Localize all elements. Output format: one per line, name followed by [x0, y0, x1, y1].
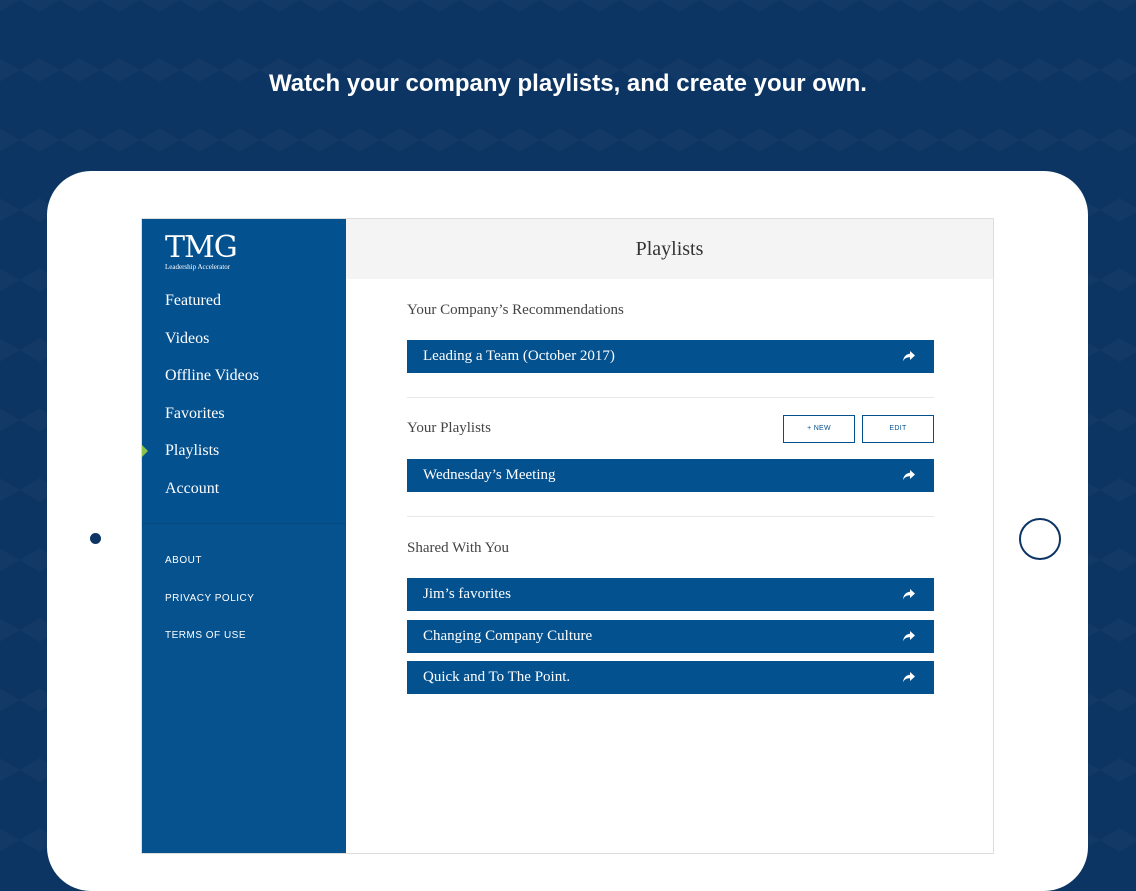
share-arrow-icon — [903, 631, 915, 642]
sidebar-item-offline-videos[interactable]: Offline Videos — [142, 364, 346, 402]
playlist-row-label: Leading a Team (October 2017) — [423, 348, 615, 364]
section-divider — [407, 516, 934, 517]
section-title-shared: Shared With You — [407, 540, 510, 556]
sidebar-footer-links: ABOUT PRIVACY POLICY TERMS OF USE — [165, 555, 254, 668]
playlist-row-label: Quick and To The Point. — [423, 669, 571, 685]
playlist-row[interactable]: Wednesday’s Meeting — [407, 459, 934, 492]
sidebar-item-videos[interactable]: Videos — [142, 327, 346, 365]
new-playlist-button[interactable]: + NEW — [783, 415, 855, 443]
footer-link-about[interactable]: ABOUT — [165, 555, 254, 593]
camera-icon — [90, 533, 101, 544]
logo-wordmark: TMG — [165, 230, 238, 265]
sidebar-item-playlists[interactable]: Playlists — [142, 439, 346, 477]
playlist-row-label: Changing Company Culture — [423, 628, 593, 644]
sidebar-item-featured[interactable]: Featured — [142, 289, 346, 327]
section-title-recommendations: Your Company’s Recommendations — [407, 302, 624, 318]
page-title: Playlists — [346, 219, 993, 279]
playlist-row[interactable]: Jim’s favorites — [407, 578, 934, 611]
main-content: Playlists Your Company’s Recommendations… — [346, 219, 993, 853]
footer-link-terms-of-use[interactable]: TERMS OF USE — [165, 630, 254, 668]
playlist-row[interactable]: Quick and To The Point. — [407, 661, 934, 694]
share-arrow-icon — [903, 589, 915, 600]
share-arrow-icon — [903, 351, 915, 362]
section-divider — [407, 397, 934, 398]
playlist-row-label: Wednesday’s Meeting — [423, 467, 556, 483]
marketing-headline: Watch your company playlists, and create… — [269, 70, 867, 97]
playlist-row-label: Jim’s favorites — [423, 586, 511, 602]
sidebar-item-account[interactable]: Account — [142, 477, 346, 515]
footer-link-privacy-policy[interactable]: PRIVACY POLICY — [165, 593, 254, 631]
playlist-row[interactable]: Leading a Team (October 2017) — [407, 340, 934, 373]
logo-tagline: Leadership Accelerator — [165, 263, 231, 271]
home-button[interactable] — [1019, 518, 1061, 560]
logo[interactable]: TMG Leadership Accelerator — [165, 230, 238, 272]
share-arrow-icon — [903, 470, 915, 481]
sidebar-item-favorites[interactable]: Favorites — [142, 402, 346, 440]
sidebar-nav: Featured Videos Offline Videos Favorites… — [142, 289, 346, 514]
playlist-row[interactable]: Changing Company Culture — [407, 620, 934, 653]
section-title-your-playlists: Your Playlists — [407, 420, 491, 436]
share-arrow-icon — [903, 672, 915, 683]
app-screen: TMG Leadership Accelerator Featured Vide… — [141, 218, 994, 854]
edit-playlists-button[interactable]: EDIT — [862, 415, 934, 443]
sidebar: TMG Leadership Accelerator Featured Vide… — [142, 219, 346, 853]
